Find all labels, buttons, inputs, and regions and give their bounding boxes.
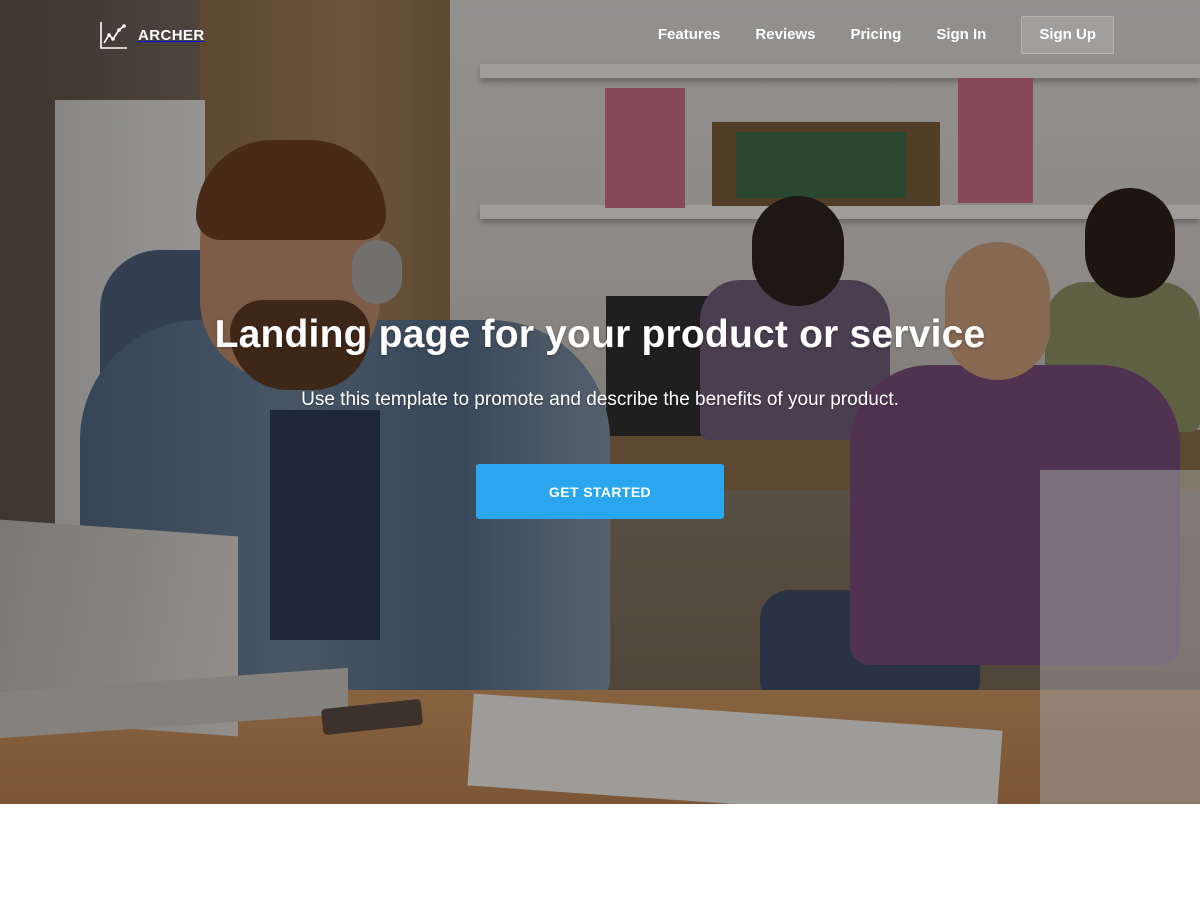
sign-up-button[interactable]: Sign Up [1021, 16, 1114, 54]
below-hero-section [0, 804, 1200, 900]
nav-link-pricing[interactable]: Pricing [850, 16, 901, 54]
nav-link-sign-in[interactable]: Sign In [936, 16, 986, 54]
top-navbar: ARCHER Features Reviews Pricing Sign In … [0, 0, 1200, 70]
hero-subtitle: Use this template to promote and describ… [301, 389, 899, 410]
hero-content: Landing page for your product or service… [0, 306, 1200, 414]
brand-logo-link[interactable]: ARCHER [99, 18, 205, 52]
line-chart-icon [100, 22, 127, 49]
get-started-button[interactable]: GET STARTED [476, 464, 724, 519]
hero-section: ARCHER Features Reviews Pricing Sign In … [0, 0, 1200, 804]
hero-title: Landing page for your product or service [214, 313, 986, 356]
nav-links: Features Reviews Pricing Sign In Sign Up [623, 16, 1114, 54]
brand-name: ARCHER [138, 26, 205, 44]
nav-link-features[interactable]: Features [658, 16, 721, 54]
nav-link-reviews[interactable]: Reviews [755, 16, 815, 54]
